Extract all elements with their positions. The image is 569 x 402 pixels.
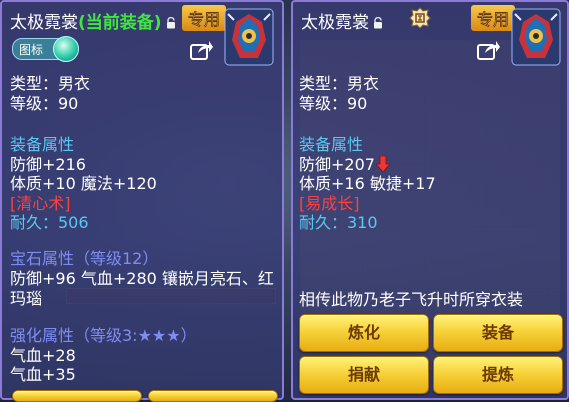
donate-button[interactable]: 捐献	[299, 356, 429, 394]
refine-button[interactable]: 炼化	[299, 314, 429, 352]
lock-icon	[166, 17, 175, 29]
equipped-status: (当前装备)	[78, 13, 162, 33]
item-level: 等级：90	[10, 94, 79, 113]
item-name: 太极霓裳	[10, 13, 78, 33]
special-skill: [清心术]	[10, 194, 71, 213]
attribute-line: 体质+16 敏捷+17	[299, 174, 436, 193]
item-type: 类型：男衣	[299, 74, 380, 93]
item-icon	[511, 8, 561, 66]
enhance-attributes-header: 强化属性（等级3:★★★）	[10, 326, 197, 345]
gem-attribute-line: 玛瑙	[10, 289, 43, 308]
item-title-row: 太极霓裳(当前装备)	[10, 8, 176, 33]
seal-icon	[409, 7, 431, 29]
toggle-knob	[53, 36, 79, 62]
enhance-attribute-line: 气血+35	[10, 365, 76, 384]
exclusive-badge: 专用	[471, 5, 516, 31]
attribute-line: 防御+207	[299, 155, 375, 174]
item-name: 太极霓裳	[301, 13, 369, 33]
lock-icon	[374, 17, 382, 29]
bottom-button-cut-off[interactable]	[148, 390, 278, 402]
gem-attributes-header: 宝石属性（等级12）	[10, 249, 159, 268]
equip-button[interactable]: 装备	[433, 314, 563, 352]
item-type: 类型：男衣	[10, 74, 91, 93]
share-icon[interactable]	[477, 40, 501, 60]
attributes-header: 装备属性	[10, 135, 75, 154]
inventory-item-tooltip: 太极霓裳 专用 类型：男衣 等级：90 装备属性 防御+207 体质+16 敏捷…	[291, 0, 569, 400]
durability: 耐久：506	[10, 213, 89, 232]
extract-button[interactable]: 提炼	[433, 356, 563, 394]
attribute-line-defense: 防御+207	[299, 155, 390, 175]
durability: 耐久：310	[299, 213, 378, 232]
item-level: 等级：90	[299, 94, 368, 113]
icon-toggle[interactable]: 图标	[12, 36, 79, 62]
gem-attribute-line: 防御+96 气血+280 镶嵌月亮石、红	[10, 269, 274, 288]
item-title-row: 太极霓裳	[301, 8, 383, 33]
attribute-line: 防御+216	[10, 155, 86, 174]
down-arrow-icon	[375, 156, 390, 172]
exclusive-badge: 专用	[182, 5, 227, 31]
item-icon	[224, 8, 274, 66]
toggle-label: 图标	[19, 43, 44, 57]
share-icon[interactable]	[190, 40, 214, 60]
special-skill: [易成长]	[299, 194, 360, 213]
attribute-line: 体质+10 魔法+120	[10, 174, 157, 193]
item-description: 相传此物乃老子飞升时所穿衣装	[299, 290, 524, 309]
bottom-button-cut-off[interactable]	[12, 390, 142, 402]
current-equipment-tooltip: 太极霓裳(当前装备) 专用 图标 类型：男衣 等级：90 装备属性 防御+216…	[0, 0, 284, 402]
attributes-header: 装备属性	[299, 135, 364, 154]
enhance-attribute-line: 气血+28	[10, 346, 76, 365]
